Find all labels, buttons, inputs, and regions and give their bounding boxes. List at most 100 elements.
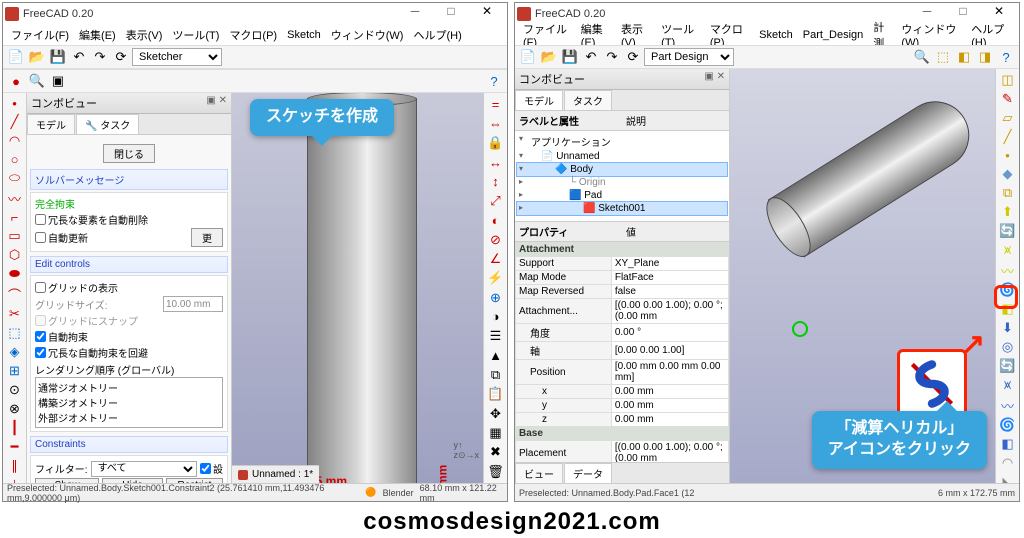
new-icon[interactable]: 📄 [6,47,26,67]
fillet-icon[interactable]: ⌒ [5,284,25,304]
box-icon[interactable]: ⬚ [933,47,953,67]
stop-icon[interactable]: ● [6,71,26,91]
clone-icon[interactable]: ⧉ [998,184,1018,202]
tab-data-bottom[interactable]: データ [564,463,612,483]
trim-icon[interactable]: ✂ [5,305,25,323]
symmetric-icon[interactable]: ⇔ [486,114,506,132]
iso-icon[interactable]: ◨ [975,47,995,67]
radius-icon[interactable]: ◐ [486,211,506,229]
vertical-icon[interactable]: ┃ [5,419,25,437]
save-icon[interactable]: 💾 [560,47,580,67]
fillet-icon[interactable]: ◠ [998,454,1018,472]
menu-sketch[interactable]: Sketch [283,28,325,42]
sub-loft-icon[interactable]: ⩙ [998,376,1018,394]
tab-task[interactable]: 🔧 タスク [76,114,139,134]
open-icon[interactable]: 📂 [539,47,559,67]
tree-pad[interactable]: 🟦 Pad [517,189,727,202]
rect-icon[interactable]: ▭ [5,227,25,245]
bspline-icon[interactable]: 〰 [5,188,25,208]
subtractive-helix-icon[interactable]: 🌀 [998,416,1018,434]
constraints-group[interactable]: Constraints [30,436,228,453]
redo-icon[interactable]: ↷ [602,47,622,67]
view-icon[interactable]: 🔍 [27,71,47,91]
datum-plane-icon[interactable]: ▱ [998,109,1018,127]
horizontal-icon[interactable]: ━ [5,438,25,456]
close-sketch-button[interactable]: 閉じる [103,144,155,163]
menu-macro[interactable]: マクロ(P) [225,26,281,44]
maximize-button[interactable]: □ [433,4,469,24]
avoid-redundant-checkbox[interactable]: 冗長な自動拘束を回避 [35,345,223,360]
refresh-icon[interactable]: ⟳ [623,47,643,67]
3d-viewport-left[interactable]: 15 mm Ø5 mm スケッチを作成 y↑z⊙→x Unnamed : 1* [232,93,483,483]
tree-origin[interactable]: └ Origin [517,176,727,189]
tab-task[interactable]: タスク [564,90,612,110]
pocket-icon[interactable]: ⬇ [998,319,1018,337]
hole-icon[interactable]: ◎ [998,338,1018,356]
menu-file[interactable]: ファイル(F) [7,26,73,44]
sub-sweep-icon[interactable]: 〰 [998,395,1018,415]
internal-icon[interactable]: ⊕ [486,288,506,306]
save-icon[interactable]: 💾 [48,47,68,67]
delete-const-icon[interactable]: 🗑 [486,463,506,481]
array-icon[interactable]: ▦ [486,424,506,442]
dock-controls[interactable]: ▣ ✕ [206,95,227,111]
clone-icon[interactable]: ⧉ [486,366,506,384]
edit-controls-group[interactable]: Edit controls [30,256,228,273]
tree-sketch[interactable]: 🟥 Sketch001 [517,202,727,215]
polyline-icon[interactable]: ⌐ [5,209,25,226]
vdist-icon[interactable]: ↕ [486,172,506,190]
tree-app[interactable]: アプリケーション [517,133,727,150]
open-icon[interactable]: 📂 [27,47,47,67]
sketch-icon[interactable]: ✎ [998,90,1018,108]
auto-constraint-checkbox[interactable]: 自動拘束 [35,329,223,344]
remove-axes-icon[interactable]: ✖ [486,443,506,461]
dist-icon[interactable]: ⤢ [486,192,506,210]
pointon-icon[interactable]: ⊗ [5,400,25,418]
menu-view[interactable]: 表示(V) [122,26,167,44]
menu-edit[interactable]: 編集(E) [75,26,120,44]
slot-icon[interactable]: ⬬ [5,265,25,283]
loft-icon[interactable]: ⩙ [998,241,1018,259]
val-mapmode[interactable]: FlatFace [611,271,728,285]
tab-model[interactable]: モデル [515,90,563,110]
diameter-icon[interactable]: ⊘ [486,230,506,248]
val-axis[interactable]: [0.00 0.00 1.00] [611,342,728,360]
shapebinder-icon[interactable]: ◆ [998,165,1018,183]
angle-icon[interactable]: ∠ [486,250,506,268]
val-angle[interactable]: 0.00 ° [611,324,728,342]
revolution-icon[interactable]: 🔄 [998,222,1018,240]
update-button[interactable]: 更 [191,228,223,247]
help-icon[interactable]: ? [996,47,1016,67]
menu-sketch[interactable]: Sketch [755,28,797,42]
render-normal[interactable]: 通常ジオメトリー [38,380,220,395]
select-icon[interactable]: ☰ [486,327,506,345]
equal-icon[interactable]: = [486,95,506,113]
circle-icon[interactable]: ○ [5,151,25,168]
menu-help[interactable]: ヘルプ(H) [409,26,465,44]
body-icon[interactable]: ◫ [998,71,1018,89]
val-attach[interactable]: [(0.00 0.00 1.00); 0.00 °; (0.00 mm [611,299,728,324]
auto-update-checkbox[interactable]: 自動更新 [35,230,88,245]
val-placement[interactable]: [(0.00 0.00 1.00); 0.00 °; (0.00 mm [611,441,728,463]
menu-window[interactable]: ウィンドウ(W) [327,26,408,44]
grid-snap-checkbox[interactable]: グリッドにスナップ [35,313,223,328]
datum-line-icon[interactable]: ╱ [998,128,1018,146]
section-icon[interactable]: ▣ [48,71,68,91]
line-icon[interactable]: ╱ [5,113,25,131]
external-icon[interactable]: ⬚ [5,324,25,342]
point-icon[interactable]: • [5,95,25,112]
tab-model[interactable]: モデル [27,114,75,134]
val-z[interactable]: 0.00 mm [611,413,728,427]
copy-icon[interactable]: 📋 [486,385,506,403]
nav-style-icon[interactable]: 🟠 [365,487,376,498]
sweep-icon[interactable]: 〰 [998,260,1018,280]
val-x[interactable]: 0.00 mm [611,385,728,399]
groove-icon[interactable]: 🔄 [998,357,1018,375]
coincident-icon[interactable]: ⊙ [5,381,25,399]
pad-icon[interactable]: ⬆ [998,203,1018,221]
val-pos[interactable]: [0.00 mm 0.00 mm 0.00 mm] [611,360,728,385]
doc-tab[interactable]: Unnamed : 1* [232,465,319,483]
menu-partdesign[interactable]: Part_Design [799,28,868,42]
tree-doc[interactable]: 📄 Unnamed [517,150,727,163]
val-support[interactable]: XY_Plane [611,257,728,271]
